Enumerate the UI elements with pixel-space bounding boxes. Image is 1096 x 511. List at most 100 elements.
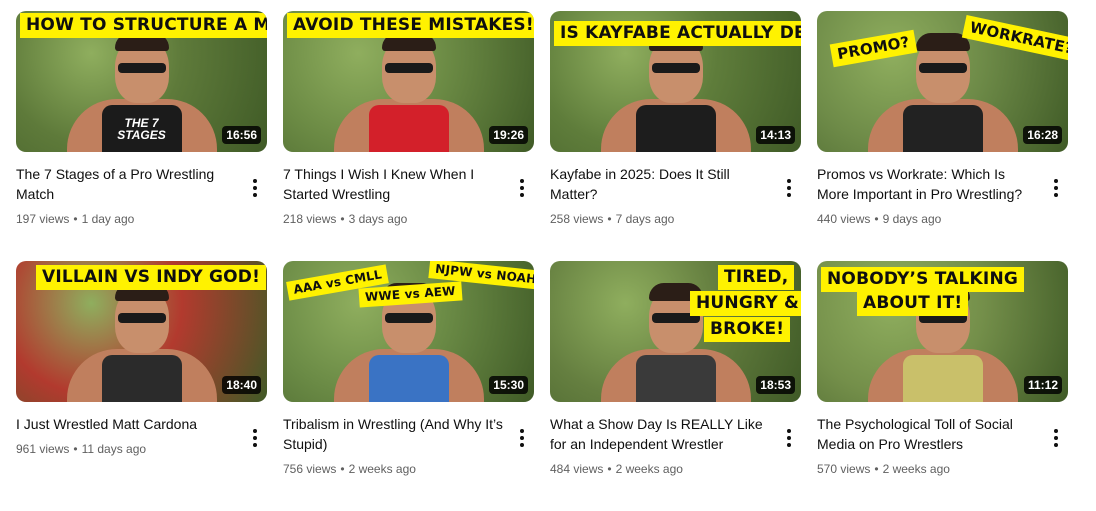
kebab-dot-icon	[1054, 193, 1058, 197]
thumbnail-caption: HUNGRY &	[690, 291, 801, 316]
video-title[interactable]: The Psychological Toll of Social Media o…	[817, 414, 1040, 454]
video-title[interactable]: I Just Wrestled Matt Cardona	[16, 414, 239, 434]
kebab-dot-icon	[1054, 186, 1058, 190]
separator-dot: •	[340, 462, 345, 476]
more-options-button[interactable]	[1044, 176, 1068, 200]
video-card[interactable]: 18:40 VILLAIN VS INDY GOD! I Just Wrestl…	[16, 261, 267, 511]
more-options-button[interactable]	[1044, 426, 1068, 450]
kebab-dot-icon	[520, 436, 524, 440]
upload-age: 1 day ago	[81, 212, 135, 226]
separator-dot: •	[607, 462, 612, 476]
video-card[interactable]: 18:53 TIRED, HUNGRY & BROKE! What a Show D…	[550, 261, 801, 511]
upload-age: 7 days ago	[615, 212, 675, 226]
video-card[interactable]: 11:12 NOBODY’S TALKING ABOUT IT! The Psyc…	[817, 261, 1068, 511]
video-title[interactable]: Promos vs Workrate: Which Is More Import…	[817, 164, 1040, 204]
thumbnail-caption: ABOUT IT!	[857, 291, 969, 316]
kebab-dot-icon	[1054, 429, 1058, 433]
video-thumbnail[interactable]: 16:56 HOW TO STRUCTURE A MATCH THE 7 STAG…	[16, 11, 267, 152]
view-count: 440 views	[817, 212, 871, 226]
kebab-dot-icon	[253, 429, 257, 433]
video-title[interactable]: The 7 Stages of a Pro Wrestling Match	[16, 164, 239, 204]
video-card[interactable]: 14:13 IS KAYFABE ACTUALLY DEAD? Kayfabe …	[550, 11, 801, 261]
video-stats: 197 views • 1 day ago	[16, 210, 239, 228]
duration-badge: 14:13	[756, 126, 795, 144]
more-options-button[interactable]	[243, 176, 267, 200]
duration-badge: 16:56	[222, 126, 261, 144]
separator-dot: •	[73, 212, 78, 226]
video-title[interactable]: Kayfabe in 2025: Does It Still Matter?	[550, 164, 773, 204]
video-thumbnail[interactable]: 18:40 VILLAIN VS INDY GOD!	[16, 261, 267, 402]
video-card[interactable]: 16:28 PROMO? WORKRATE? Promos vs Workrate…	[817, 11, 1068, 261]
video-title[interactable]: Tribalism in Wrestling (And Why It’s Stu…	[283, 414, 506, 454]
duration-badge: 19:26	[489, 126, 528, 144]
view-count: 756 views	[283, 462, 337, 476]
thumbnail-person	[324, 25, 494, 152]
video-stats: 484 views • 2 weeks ago	[550, 460, 773, 478]
more-options-button[interactable]	[243, 426, 267, 450]
upload-age: 3 days ago	[348, 212, 408, 226]
more-options-button[interactable]	[777, 426, 801, 450]
upload-age: 2 weeks ago	[882, 462, 950, 476]
more-options-button[interactable]	[777, 176, 801, 200]
separator-dot: •	[874, 212, 879, 226]
video-stats: 218 views • 3 days ago	[283, 210, 506, 228]
thumbnail-caption: IS KAYFABE ACTUALLY DEAD?	[554, 21, 801, 46]
video-stats: 570 views • 2 weeks ago	[817, 460, 1040, 478]
upload-age: 2 weeks ago	[348, 462, 416, 476]
kebab-dot-icon	[787, 429, 791, 433]
view-count: 961 views	[16, 442, 70, 456]
kebab-dot-icon	[520, 186, 524, 190]
video-thumbnail[interactable]: 19:26 AVOID THESE MISTAKES!	[283, 11, 534, 152]
kebab-dot-icon	[520, 443, 524, 447]
view-count: 258 views	[550, 212, 604, 226]
video-stats: 258 views • 7 days ago	[550, 210, 773, 228]
separator-dot: •	[874, 462, 879, 476]
video-stats: 440 views • 9 days ago	[817, 210, 1040, 228]
video-title[interactable]: 7 Things I Wish I Knew When I Started Wr…	[283, 164, 506, 204]
upload-age: 11 days ago	[81, 442, 147, 456]
thumbnail-caption: VILLAIN VS INDY GOD!	[36, 265, 267, 290]
duration-badge: 15:30	[489, 376, 528, 394]
thumbnail-caption: TIRED,	[718, 265, 795, 290]
video-thumbnail[interactable]: 15:30 AAA vs CMLL NJPW vs NOAH WWE vs AEW	[283, 261, 534, 402]
kebab-dot-icon	[787, 193, 791, 197]
kebab-dot-icon	[1054, 443, 1058, 447]
view-count: 570 views	[817, 462, 871, 476]
separator-dot: •	[340, 212, 345, 226]
kebab-dot-icon	[787, 179, 791, 183]
video-thumbnail[interactable]: 11:12 NOBODY’S TALKING ABOUT IT!	[817, 261, 1068, 402]
kebab-dot-icon	[520, 193, 524, 197]
upload-age: 2 weeks ago	[615, 462, 683, 476]
kebab-dot-icon	[787, 443, 791, 447]
view-count: 484 views	[550, 462, 604, 476]
more-options-button[interactable]	[510, 426, 534, 450]
kebab-dot-icon	[253, 193, 257, 197]
thumbnail-caption: AVOID THESE MISTAKES!	[287, 13, 534, 38]
video-card[interactable]: 16:56 HOW TO STRUCTURE A MATCH THE 7 STAG…	[16, 11, 267, 261]
kebab-dot-icon	[253, 186, 257, 190]
video-title[interactable]: What a Show Day Is REALLY Like for an In…	[550, 414, 773, 454]
kebab-dot-icon	[253, 443, 257, 447]
video-thumbnail[interactable]: 18:53 TIRED, HUNGRY & BROKE!	[550, 261, 801, 402]
video-card[interactable]: 19:26 AVOID THESE MISTAKES! 7 Things I W…	[283, 11, 534, 261]
kebab-dot-icon	[253, 436, 257, 440]
view-count: 218 views	[283, 212, 337, 226]
separator-dot: •	[73, 442, 78, 456]
view-count: 197 views	[16, 212, 70, 226]
video-stats: 961 views • 11 days ago	[16, 440, 239, 458]
upload-age: 9 days ago	[882, 212, 942, 226]
duration-badge: 18:40	[222, 376, 261, 394]
more-options-button[interactable]	[510, 176, 534, 200]
duration-badge: 18:53	[756, 376, 795, 394]
video-thumbnail[interactable]: 14:13 IS KAYFABE ACTUALLY DEAD?	[550, 11, 801, 152]
shirt-text: THE 7 STAGES	[117, 115, 166, 143]
kebab-dot-icon	[253, 179, 257, 183]
kebab-dot-icon	[1054, 179, 1058, 183]
thumbnail-caption: NOBODY’S TALKING	[821, 267, 1025, 292]
kebab-dot-icon	[787, 436, 791, 440]
separator-dot: •	[607, 212, 612, 226]
thumbnail-person	[57, 275, 227, 402]
video-thumbnail[interactable]: 16:28 PROMO? WORKRATE?	[817, 11, 1068, 152]
kebab-dot-icon	[520, 429, 524, 433]
video-card[interactable]: 15:30 AAA vs CMLL NJPW vs NOAH WWE vs AEW …	[283, 261, 534, 511]
